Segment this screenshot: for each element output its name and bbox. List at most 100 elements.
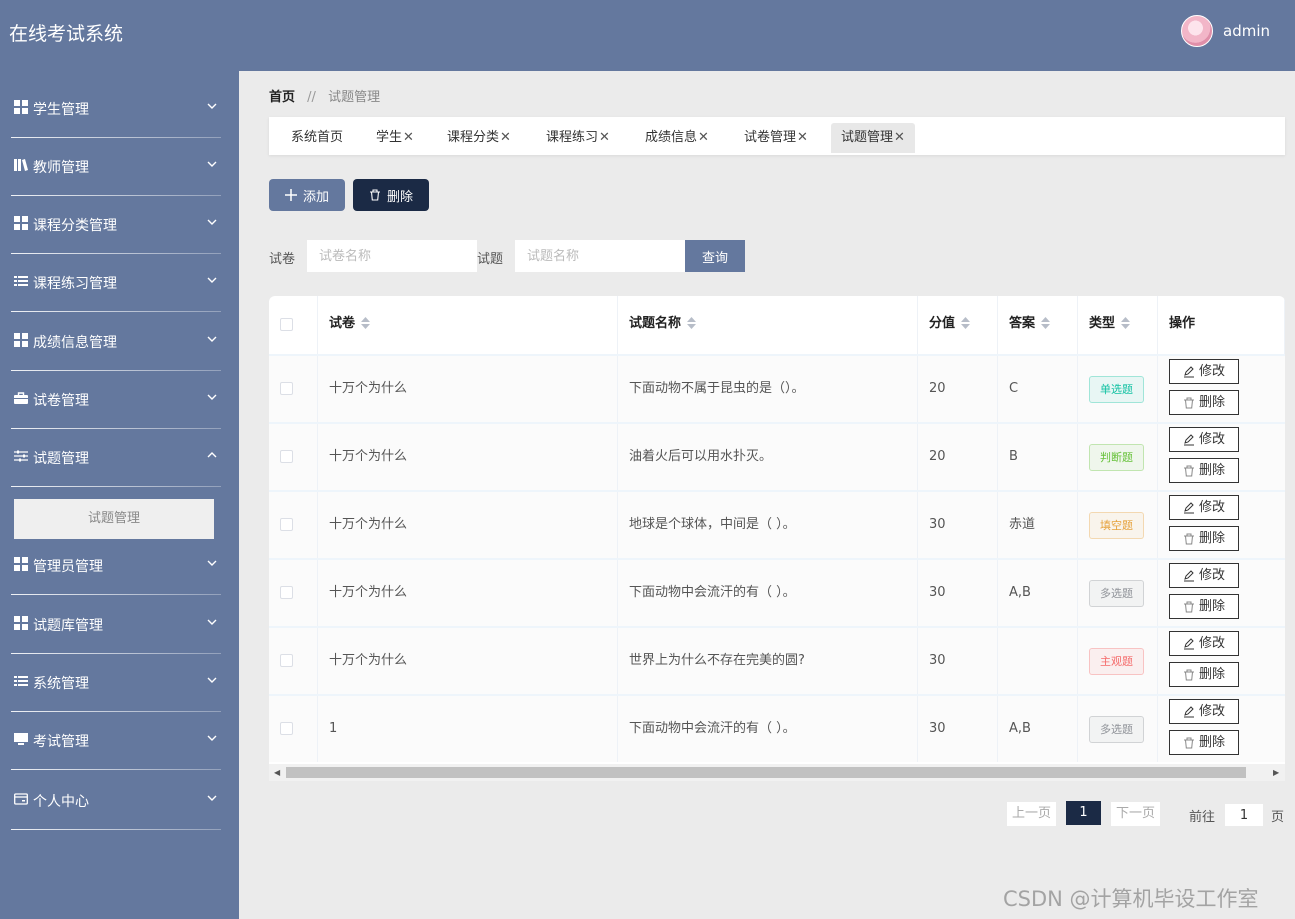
close-icon[interactable]: ✕ — [403, 130, 414, 145]
cell-question: 地球是个球体，中间是（ ）。 — [618, 492, 918, 558]
row-delete-button[interactable]: 删除 — [1169, 730, 1239, 755]
sidebar-item-8[interactable]: 试题库管理 — [0, 596, 239, 654]
trash-icon — [1183, 669, 1194, 680]
column-header-3[interactable]: 答案 — [998, 296, 1078, 354]
row-checkbox[interactable] — [280, 654, 293, 667]
row-checkbox[interactable] — [280, 722, 293, 735]
column-header-label: 分值 — [929, 316, 956, 331]
user-name[interactable]: admin — [1223, 22, 1270, 40]
sidebar-item-label: 试卷管理 — [33, 393, 89, 409]
row-checkbox[interactable] — [280, 450, 293, 463]
cell-score: 30 — [918, 492, 998, 558]
tab-5[interactable]: 试卷管理✕ — [734, 123, 818, 153]
cell-paper: 十万个为什么 — [318, 356, 618, 422]
column-header-4[interactable]: 类型 — [1078, 296, 1158, 354]
sort-icon[interactable] — [1115, 316, 1131, 331]
sidebar-item-label: 学生管理 — [33, 102, 89, 118]
top-header: 在线考试系统 admin — [0, 0, 1295, 71]
scroll-left-arrow-icon[interactable]: ◀ — [274, 768, 280, 777]
row-checkbox[interactable] — [280, 518, 293, 531]
prev-page-button[interactable]: 上一页 — [1007, 802, 1056, 826]
sidebar-item-4[interactable]: 成绩信息管理 — [0, 313, 239, 371]
close-icon[interactable]: ✕ — [894, 130, 905, 145]
close-icon[interactable]: ✕ — [698, 130, 709, 145]
sort-icon[interactable] — [355, 316, 371, 331]
row-checkbox[interactable] — [280, 586, 293, 599]
sidebar-item-11[interactable]: 个人中心 — [0, 772, 239, 830]
edit-icon — [1183, 569, 1194, 581]
tab-0[interactable]: 系统首页 — [281, 123, 353, 153]
trash-icon — [1183, 397, 1194, 408]
goto-page-input[interactable] — [1225, 804, 1263, 826]
sidebar-item-2[interactable]: 课程分类管理 — [0, 196, 239, 254]
column-header-2[interactable]: 分值 — [918, 296, 998, 354]
select-all-checkbox[interactable] — [280, 318, 293, 331]
breadcrumb-home[interactable]: 首页 — [269, 90, 295, 105]
user-avatar[interactable] — [1181, 15, 1213, 47]
trash-icon — [1183, 533, 1194, 544]
sort-icon[interactable] — [1035, 316, 1051, 331]
grid-icon — [14, 100, 28, 114]
row-checkbox[interactable] — [280, 382, 293, 395]
sidebar-item-3[interactable]: 课程练习管理 — [0, 254, 239, 312]
question-search-input[interactable] — [515, 240, 685, 272]
edit-icon — [1183, 365, 1194, 377]
sidebar-item-1[interactable]: 教师管理 — [0, 138, 239, 196]
tab-bar: 系统首页 学生✕ 课程分类✕ 课程练习✕ 成绩信息✕ 试卷管理✕ 试题管理✕ — [269, 117, 1285, 155]
table-horizontal-scrollbar[interactable]: ◀ ▶ — [269, 764, 1285, 781]
type-tag: 多选题 — [1089, 716, 1144, 743]
paper-search-input[interactable] — [307, 240, 477, 272]
grid-icon — [14, 616, 28, 630]
next-page-button[interactable]: 下一页 — [1111, 802, 1160, 826]
books-icon — [14, 158, 28, 172]
page-unit-label: 页 — [1271, 810, 1285, 825]
close-icon[interactable]: ✕ — [500, 130, 511, 145]
cell-paper: 1 — [318, 696, 618, 762]
tab-1[interactable]: 学生✕ — [366, 123, 424, 153]
sidebar-item-5[interactable]: 试卷管理 — [0, 371, 239, 429]
cell-question: 下面动物中会流汗的有（ ）。 — [618, 696, 918, 762]
tab-4[interactable]: 成绩信息✕ — [635, 123, 719, 153]
column-header-label: 答案 — [1009, 316, 1036, 331]
sidebar-item-9[interactable]: 系统管理 — [0, 654, 239, 712]
sidebar-item-10[interactable]: 考试管理 — [0, 712, 239, 770]
sidebar-item-6[interactable]: 试题管理 — [0, 429, 239, 487]
chevron-down-icon — [205, 791, 219, 805]
tab-2[interactable]: 课程分类✕ — [437, 123, 521, 153]
column-header-0[interactable]: 试卷 — [318, 296, 618, 354]
question-table: 试卷 试题名称 分值 答案 类型 操作 十万个为什么 下面动物不属于昆虫的是（）。 20 C 单选题… — [269, 296, 1285, 764]
page-number-current[interactable]: 1 — [1066, 801, 1101, 825]
scroll-right-arrow-icon[interactable]: ▶ — [1273, 768, 1279, 777]
close-icon[interactable]: ✕ — [599, 130, 610, 145]
sliders-icon — [14, 449, 28, 463]
sidebar-item-0[interactable]: 学生管理 — [0, 80, 239, 138]
tab-label: 课程练习 — [546, 130, 599, 145]
sidebar-item-7[interactable]: 管理员管理 — [0, 537, 239, 595]
tab-6[interactable]: 试题管理✕ — [831, 123, 915, 153]
trash-icon — [1183, 737, 1194, 748]
chevron-down-icon — [205, 390, 219, 404]
cell-question: 下面动物不属于昆虫的是（）。 — [618, 356, 918, 422]
sidebar-item-label: 课程分类管理 — [33, 218, 117, 234]
submenu-item-question-management[interactable]: 试题管理 — [14, 499, 214, 539]
menu-divider — [11, 594, 221, 595]
column-header-1[interactable]: 试题名称 — [618, 296, 918, 354]
sort-icon[interactable] — [681, 316, 697, 331]
sidebar-item-label: 教师管理 — [33, 160, 89, 176]
chevron-down-icon — [205, 99, 219, 113]
sidebar-item-label: 个人中心 — [33, 794, 89, 810]
grid-icon — [14, 557, 28, 571]
sidebar: 学生管理 教师管理 课程分类管理 课程练习管理 成绩信息管理 试卷管理 试题管理 管理员管理试… — [0, 71, 239, 919]
paper-search-label: 试卷 — [269, 252, 296, 267]
cell-question: 世界上为什么不存在完美的圆? — [618, 628, 918, 694]
row-select-cell — [269, 560, 318, 626]
delete-button[interactable]: 删除 — [353, 179, 429, 211]
sidebar-item-label: 课程练习管理 — [33, 276, 117, 292]
scrollbar-thumb[interactable] — [286, 767, 1246, 778]
tab-3[interactable]: 课程练习✕ — [536, 123, 620, 153]
column-header-label: 操作 — [1169, 316, 1196, 331]
query-button[interactable]: 查询 — [685, 240, 745, 272]
sort-icon[interactable] — [955, 316, 971, 331]
add-button[interactable]: 添加 — [269, 179, 345, 211]
close-icon[interactable]: ✕ — [797, 130, 808, 145]
